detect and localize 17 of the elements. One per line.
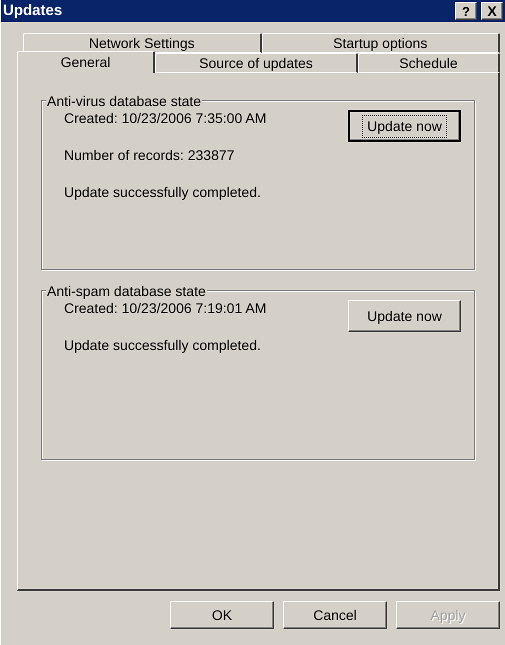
status-text: Created: 10/23/2006 7:35:00 AM [64, 109, 266, 128]
tab[interactable]: Startup options [262, 33, 500, 53]
update-now-button[interactable]: Update now [348, 300, 461, 332]
window-title: Updates [3, 0, 62, 21]
close-button[interactable]: X [481, 2, 503, 20]
tab[interactable]: Source of updates [155, 53, 358, 73]
status-text: Created: 10/23/2006 7:19:01 AM [64, 299, 266, 318]
help-button[interactable]: ? [455, 2, 477, 20]
status-text: Number of records: 233877 [64, 146, 236, 165]
status-text: Update successfully completed. [64, 336, 262, 355]
tab[interactable]: Schedule [358, 53, 500, 73]
tab[interactable]: Network Settings [23, 33, 262, 53]
dialog-button[interactable]: Cancel [283, 601, 387, 629]
update-now-button[interactable]: Update now [348, 110, 461, 142]
tab[interactable]: General [17, 51, 155, 73]
dialog-button[interactable]: OK [170, 601, 274, 629]
status-text: Update successfully completed. [64, 183, 262, 202]
